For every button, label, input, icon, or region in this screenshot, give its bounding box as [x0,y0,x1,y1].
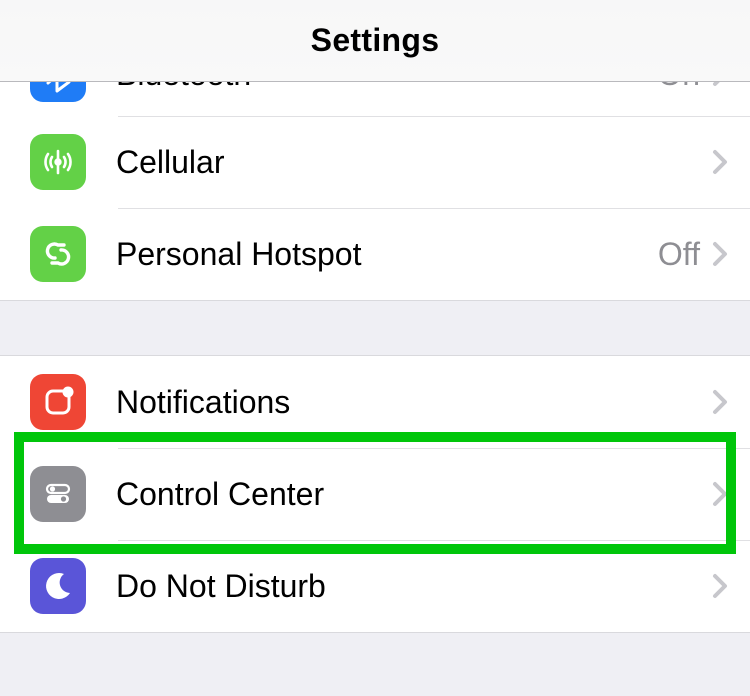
row-control-center[interactable]: Control Center [0,448,750,540]
section-gap [0,633,750,693]
chevron-right-icon [712,82,728,87]
row-hotspot-value: Off [658,236,700,273]
chevron-right-icon [712,481,728,507]
do-not-disturb-icon [30,558,86,614]
row-control-center-label: Control Center [116,476,712,513]
row-bluetooth-label: Bluetooth [116,82,657,93]
chevron-right-icon [712,241,728,267]
row-notifications[interactable]: Notifications [0,356,750,448]
row-cellular[interactable]: Cellular [0,116,750,208]
settings-group-connectivity: Bluetooth On Cellular [0,82,750,301]
bluetooth-icon [30,82,86,102]
cellular-icon [30,134,86,190]
row-hotspot-label: Personal Hotspot [116,236,658,273]
settings-group-system: Notifications Control Center Do Not Dist… [0,355,750,633]
chevron-right-icon [712,389,728,415]
row-personal-hotspot[interactable]: Personal Hotspot Off [0,208,750,300]
row-notifications-label: Notifications [116,384,712,421]
row-cellular-label: Cellular [116,144,712,181]
notifications-icon [30,374,86,430]
row-bluetooth[interactable]: Bluetooth On [0,82,750,116]
section-gap [0,301,750,355]
chevron-right-icon [712,573,728,599]
settings-header: Settings [0,0,750,82]
hotspot-icon [30,226,86,282]
row-bluetooth-value: On [657,82,700,93]
clipped-row-container: Bluetooth On [0,82,750,116]
page-title: Settings [311,22,440,59]
row-do-not-disturb[interactable]: Do Not Disturb [0,540,750,632]
control-center-icon [30,466,86,522]
chevron-right-icon [712,149,728,175]
row-dnd-label: Do Not Disturb [116,568,712,605]
